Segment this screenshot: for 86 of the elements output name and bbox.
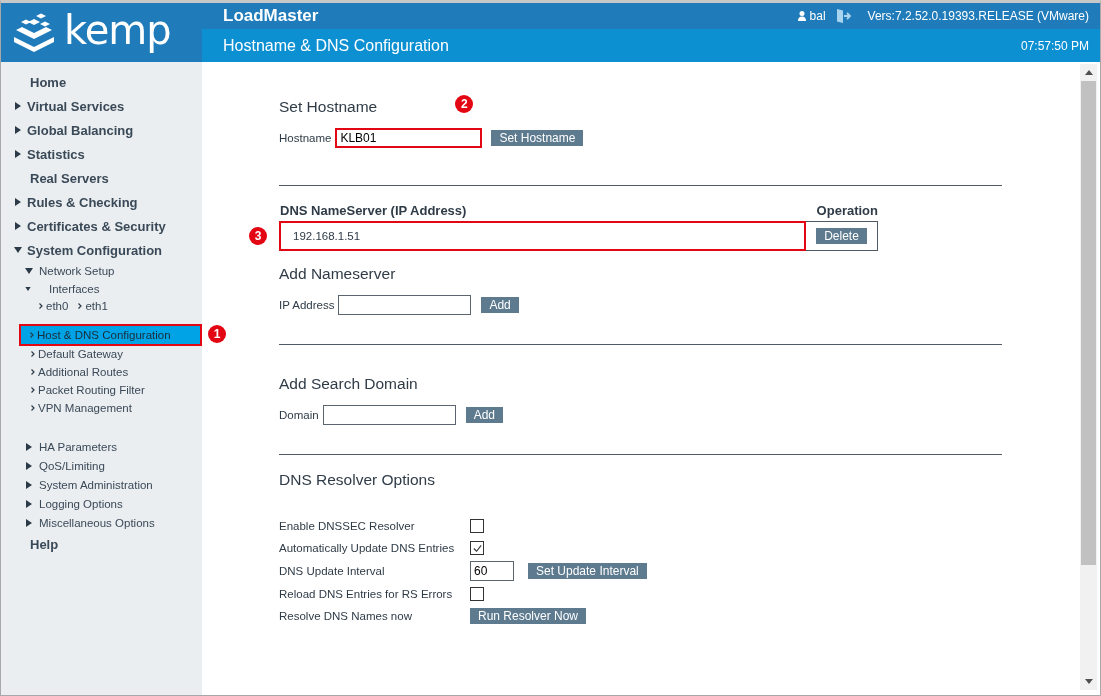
section-heading: Add Nameserver	[279, 265, 397, 283]
set-interval-button[interactable]: Set Update Interval	[528, 563, 647, 579]
nav-item[interactable]: Miscellaneous Options	[39, 516, 155, 529]
nav-link[interactable]: eth0	[39, 297, 69, 315]
nav-link[interactable]: Default Gateway	[1, 345, 202, 363]
caret-right-icon[interactable]	[15, 126, 21, 134]
domain-field[interactable]	[322, 405, 456, 425]
nav-link[interactable]: eth1	[78, 297, 108, 315]
chevron-icon	[39, 303, 43, 309]
nav-item[interactable]: Logging Options	[39, 497, 123, 510]
nav-section[interactable]: Home	[30, 74, 67, 90]
nav-item[interactable]: System Administration	[39, 478, 153, 491]
caret-right-icon[interactable]	[26, 499, 32, 508]
checkbox[interactable]	[470, 541, 484, 555]
section-heading: Set Hostname	[279, 98, 378, 116]
hostname-field[interactable]: KLB01	[335, 128, 483, 148]
checkbox[interactable]	[470, 587, 484, 601]
ip-address-field[interactable]	[338, 295, 472, 315]
caret-right-icon[interactable]	[15, 222, 21, 230]
nav-section[interactable]: Statistics	[27, 146, 85, 162]
chevron-icon	[31, 387, 35, 393]
chevron-icon	[31, 405, 35, 411]
nav-item[interactable]: HA Parameters	[39, 440, 117, 453]
option-label: Automatically Update DNS Entries	[279, 542, 456, 554]
field-label: IP Address	[279, 299, 335, 311]
chevron-icon	[31, 351, 35, 357]
set-hostname-button[interactable]: Set Hostname	[491, 130, 584, 146]
field-label: Hostname	[279, 132, 332, 144]
nav-link[interactable]: VPN Management	[1, 399, 202, 417]
stacked-cubes-icon	[12, 12, 56, 53]
caret-right-icon[interactable]	[15, 150, 21, 158]
section-heading: Add Search Domain	[279, 375, 419, 393]
chevron-icon	[30, 332, 34, 338]
chevron-icon	[31, 369, 35, 375]
caret-right-icon[interactable]	[15, 198, 21, 206]
caret-down-icon[interactable]	[25, 268, 33, 274]
nav-section[interactable]: Rules & Checking	[27, 194, 138, 210]
nav-section[interactable]: System Configuration	[27, 242, 163, 258]
option-label: Resolve DNS Names now	[279, 610, 413, 622]
user-icon	[797, 11, 806, 21]
field-label: Domain	[279, 409, 319, 421]
section-heading: DNS Resolver Options	[279, 471, 436, 489]
column-header: Operation	[815, 203, 878, 220]
caret-right-icon[interactable]	[15, 102, 21, 110]
caret-right-icon[interactable]	[26, 461, 32, 470]
callout-badge: 2	[455, 95, 474, 113]
nav-section[interactable]: Virtual Services	[27, 98, 125, 114]
callout-badge: 3	[249, 227, 267, 245]
nav-item[interactable]: QoS/Limiting	[39, 459, 105, 472]
scroll-down-icon[interactable]	[1084, 679, 1093, 684]
nav-item[interactable]: Network Setup	[39, 265, 115, 277]
version-text: Vers:7.2.52.0.19393.RELEASE (VMware)	[867, 9, 1089, 23]
option-label: Reload DNS Entries for RS Errors	[279, 588, 454, 600]
chevron-icon	[78, 303, 83, 309]
run-resolver-button[interactable]: Run Resolver Now	[470, 608, 587, 624]
nav-link[interactable]: Additional Routes	[1, 363, 202, 381]
delete-button[interactable]: Delete	[816, 228, 867, 244]
username[interactable]: bal	[809, 9, 826, 23]
checkbox[interactable]	[470, 519, 484, 533]
add-button[interactable]: Add	[481, 297, 519, 313]
nav-section[interactable]: Help	[30, 536, 59, 552]
caret-right-icon[interactable]	[26, 518, 32, 527]
option-label: DNS Update Interval	[279, 565, 386, 577]
option-label: Enable DNSSEC Resolver	[279, 520, 416, 532]
product-name: LoadMaster	[223, 6, 319, 26]
caret-right-icon[interactable]	[26, 480, 32, 489]
table-cell: 192.168.1.51	[279, 221, 806, 251]
column-header: DNS NameServer (IP Address)	[279, 203, 468, 220]
page-title: Hostname & DNS Configuration	[223, 36, 449, 55]
scroll-up-icon[interactable]	[1084, 70, 1093, 75]
caret-down-icon[interactable]	[14, 247, 22, 253]
interval-field[interactable]: 60	[470, 561, 514, 581]
nav-section[interactable]: Real Servers	[30, 170, 109, 186]
scrollbar[interactable]	[1080, 64, 1097, 690]
callout-badge: 1	[208, 325, 226, 343]
nav-section[interactable]: Global Balancing	[27, 122, 134, 138]
logout-icon[interactable]	[835, 8, 852, 24]
add-button[interactable]: Add	[465, 407, 503, 423]
nav-section[interactable]: Certificates & Security	[27, 218, 166, 234]
nav-link[interactable]: Packet Routing Filter	[1, 381, 202, 399]
caret-down-icon[interactable]	[25, 286, 31, 291]
caret-right-icon[interactable]	[26, 442, 32, 451]
kemp-logo[interactable]: kemp	[1, 3, 202, 62]
clock-time: 07:57:50 PM	[1020, 38, 1089, 53]
selected-nav-item[interactable]: Host & DNS Configuration	[20, 325, 201, 345]
nav-item[interactable]: Interfaces	[49, 282, 100, 295]
